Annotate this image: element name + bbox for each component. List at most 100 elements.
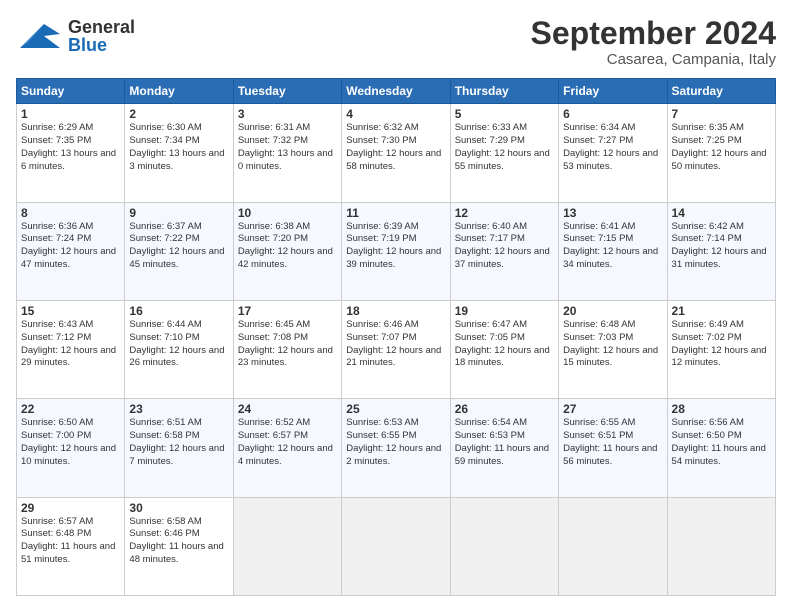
- calendar-header-row: Sunday Monday Tuesday Wednesday Thursday…: [17, 79, 776, 104]
- calendar-table: Sunday Monday Tuesday Wednesday Thursday…: [16, 78, 776, 596]
- table-row: 23 Sunrise: 6:51 AM Sunset: 6:58 PM Dayl…: [125, 399, 233, 497]
- table-row: 4 Sunrise: 6:32 AM Sunset: 7:30 PM Dayli…: [342, 104, 450, 202]
- table-row: 22 Sunrise: 6:50 AM Sunset: 7:00 PM Dayl…: [17, 399, 125, 497]
- day-number: 9: [129, 206, 228, 220]
- table-row: 9 Sunrise: 6:37 AM Sunset: 7:22 PM Dayli…: [125, 202, 233, 300]
- calendar-week-5: 29 Sunrise: 6:57 AM Sunset: 6:48 PM Dayl…: [17, 497, 776, 595]
- col-sunday: Sunday: [17, 79, 125, 104]
- day-number: 7: [672, 107, 771, 121]
- day-detail: Sunrise: 6:30 AM Sunset: 7:34 PM Dayligh…: [129, 122, 228, 173]
- day-detail: Sunrise: 6:36 AM Sunset: 7:24 PM Dayligh…: [21, 221, 120, 272]
- col-thursday: Thursday: [450, 79, 558, 104]
- day-number: 5: [455, 107, 554, 121]
- table-row: [342, 497, 450, 595]
- table-row: 11 Sunrise: 6:39 AM Sunset: 7:19 PM Dayl…: [342, 202, 450, 300]
- day-detail: Sunrise: 6:53 AM Sunset: 6:55 PM Dayligh…: [346, 417, 445, 468]
- logo-text: General Blue: [68, 18, 135, 54]
- calendar-week-1: 1 Sunrise: 6:29 AM Sunset: 7:35 PM Dayli…: [17, 104, 776, 202]
- table-row: 13 Sunrise: 6:41 AM Sunset: 7:15 PM Dayl…: [559, 202, 667, 300]
- table-row: 28 Sunrise: 6:56 AM Sunset: 6:50 PM Dayl…: [667, 399, 775, 497]
- title-block: September 2024 Casarea, Campania, Italy: [531, 16, 776, 68]
- day-detail: Sunrise: 6:52 AM Sunset: 6:57 PM Dayligh…: [238, 417, 337, 468]
- day-number: 12: [455, 206, 554, 220]
- day-detail: Sunrise: 6:33 AM Sunset: 7:29 PM Dayligh…: [455, 122, 554, 173]
- day-detail: Sunrise: 6:32 AM Sunset: 7:30 PM Dayligh…: [346, 122, 445, 173]
- table-row: 17 Sunrise: 6:45 AM Sunset: 7:08 PM Dayl…: [233, 300, 341, 398]
- day-number: 1: [21, 107, 120, 121]
- table-row: 10 Sunrise: 6:38 AM Sunset: 7:20 PM Dayl…: [233, 202, 341, 300]
- table-row: 1 Sunrise: 6:29 AM Sunset: 7:35 PM Dayli…: [17, 104, 125, 202]
- logo-general-text: General: [68, 18, 135, 36]
- day-number: 30: [129, 501, 228, 515]
- day-number: 18: [346, 304, 445, 318]
- day-detail: Sunrise: 6:44 AM Sunset: 7:10 PM Dayligh…: [129, 319, 228, 370]
- day-detail: Sunrise: 6:41 AM Sunset: 7:15 PM Dayligh…: [563, 221, 662, 272]
- day-number: 14: [672, 206, 771, 220]
- day-detail: Sunrise: 6:29 AM Sunset: 7:35 PM Dayligh…: [21, 122, 120, 173]
- day-number: 20: [563, 304, 662, 318]
- day-detail: Sunrise: 6:54 AM Sunset: 6:53 PM Dayligh…: [455, 417, 554, 468]
- day-detail: Sunrise: 6:35 AM Sunset: 7:25 PM Dayligh…: [672, 122, 771, 173]
- day-detail: Sunrise: 6:50 AM Sunset: 7:00 PM Dayligh…: [21, 417, 120, 468]
- table-row: 27 Sunrise: 6:55 AM Sunset: 6:51 PM Dayl…: [559, 399, 667, 497]
- table-row: [450, 497, 558, 595]
- table-row: 24 Sunrise: 6:52 AM Sunset: 6:57 PM Dayl…: [233, 399, 341, 497]
- table-row: 14 Sunrise: 6:42 AM Sunset: 7:14 PM Dayl…: [667, 202, 775, 300]
- table-row: 25 Sunrise: 6:53 AM Sunset: 6:55 PM Dayl…: [342, 399, 450, 497]
- table-row: 3 Sunrise: 6:31 AM Sunset: 7:32 PM Dayli…: [233, 104, 341, 202]
- table-row: 5 Sunrise: 6:33 AM Sunset: 7:29 PM Dayli…: [450, 104, 558, 202]
- day-number: 15: [21, 304, 120, 318]
- day-number: 21: [672, 304, 771, 318]
- page: General Blue September 2024 Casarea, Cam…: [0, 0, 792, 612]
- day-number: 23: [129, 402, 228, 416]
- day-detail: Sunrise: 6:40 AM Sunset: 7:17 PM Dayligh…: [455, 221, 554, 272]
- day-detail: Sunrise: 6:48 AM Sunset: 7:03 PM Dayligh…: [563, 319, 662, 370]
- col-wednesday: Wednesday: [342, 79, 450, 104]
- day-detail: Sunrise: 6:42 AM Sunset: 7:14 PM Dayligh…: [672, 221, 771, 272]
- day-number: 3: [238, 107, 337, 121]
- table-row: 8 Sunrise: 6:36 AM Sunset: 7:24 PM Dayli…: [17, 202, 125, 300]
- calendar-week-2: 8 Sunrise: 6:36 AM Sunset: 7:24 PM Dayli…: [17, 202, 776, 300]
- table-row: 12 Sunrise: 6:40 AM Sunset: 7:17 PM Dayl…: [450, 202, 558, 300]
- day-number: 10: [238, 206, 337, 220]
- day-number: 11: [346, 206, 445, 220]
- table-row: 6 Sunrise: 6:34 AM Sunset: 7:27 PM Dayli…: [559, 104, 667, 202]
- day-number: 27: [563, 402, 662, 416]
- day-detail: Sunrise: 6:31 AM Sunset: 7:32 PM Dayligh…: [238, 122, 337, 173]
- table-row: 20 Sunrise: 6:48 AM Sunset: 7:03 PM Dayl…: [559, 300, 667, 398]
- table-row: 26 Sunrise: 6:54 AM Sunset: 6:53 PM Dayl…: [450, 399, 558, 497]
- day-number: 13: [563, 206, 662, 220]
- day-detail: Sunrise: 6:37 AM Sunset: 7:22 PM Dayligh…: [129, 221, 228, 272]
- table-row: 29 Sunrise: 6:57 AM Sunset: 6:48 PM Dayl…: [17, 497, 125, 595]
- day-number: 2: [129, 107, 228, 121]
- day-number: 19: [455, 304, 554, 318]
- day-detail: Sunrise: 6:51 AM Sunset: 6:58 PM Dayligh…: [129, 417, 228, 468]
- table-row: 18 Sunrise: 6:46 AM Sunset: 7:07 PM Dayl…: [342, 300, 450, 398]
- table-row: 16 Sunrise: 6:44 AM Sunset: 7:10 PM Dayl…: [125, 300, 233, 398]
- table-row: 30 Sunrise: 6:58 AM Sunset: 6:46 PM Dayl…: [125, 497, 233, 595]
- day-detail: Sunrise: 6:46 AM Sunset: 7:07 PM Dayligh…: [346, 319, 445, 370]
- day-number: 25: [346, 402, 445, 416]
- day-detail: Sunrise: 6:38 AM Sunset: 7:20 PM Dayligh…: [238, 221, 337, 272]
- table-row: [559, 497, 667, 595]
- table-row: 15 Sunrise: 6:43 AM Sunset: 7:12 PM Dayl…: [17, 300, 125, 398]
- day-detail: Sunrise: 6:39 AM Sunset: 7:19 PM Dayligh…: [346, 221, 445, 272]
- calendar-week-4: 22 Sunrise: 6:50 AM Sunset: 7:00 PM Dayl…: [17, 399, 776, 497]
- day-number: 29: [21, 501, 120, 515]
- day-detail: Sunrise: 6:34 AM Sunset: 7:27 PM Dayligh…: [563, 122, 662, 173]
- col-tuesday: Tuesday: [233, 79, 341, 104]
- logo-blue-text: Blue: [68, 36, 135, 54]
- day-number: 8: [21, 206, 120, 220]
- day-number: 6: [563, 107, 662, 121]
- calendar-week-3: 15 Sunrise: 6:43 AM Sunset: 7:12 PM Dayl…: [17, 300, 776, 398]
- day-detail: Sunrise: 6:57 AM Sunset: 6:48 PM Dayligh…: [21, 516, 120, 567]
- day-number: 28: [672, 402, 771, 416]
- table-row: 21 Sunrise: 6:49 AM Sunset: 7:02 PM Dayl…: [667, 300, 775, 398]
- day-detail: Sunrise: 6:45 AM Sunset: 7:08 PM Dayligh…: [238, 319, 337, 370]
- day-detail: Sunrise: 6:58 AM Sunset: 6:46 PM Dayligh…: [129, 516, 228, 567]
- logo: General Blue: [16, 16, 135, 56]
- table-row: [233, 497, 341, 595]
- month-title: September 2024: [531, 16, 776, 51]
- day-detail: Sunrise: 6:56 AM Sunset: 6:50 PM Dayligh…: [672, 417, 771, 468]
- table-row: 7 Sunrise: 6:35 AM Sunset: 7:25 PM Dayli…: [667, 104, 775, 202]
